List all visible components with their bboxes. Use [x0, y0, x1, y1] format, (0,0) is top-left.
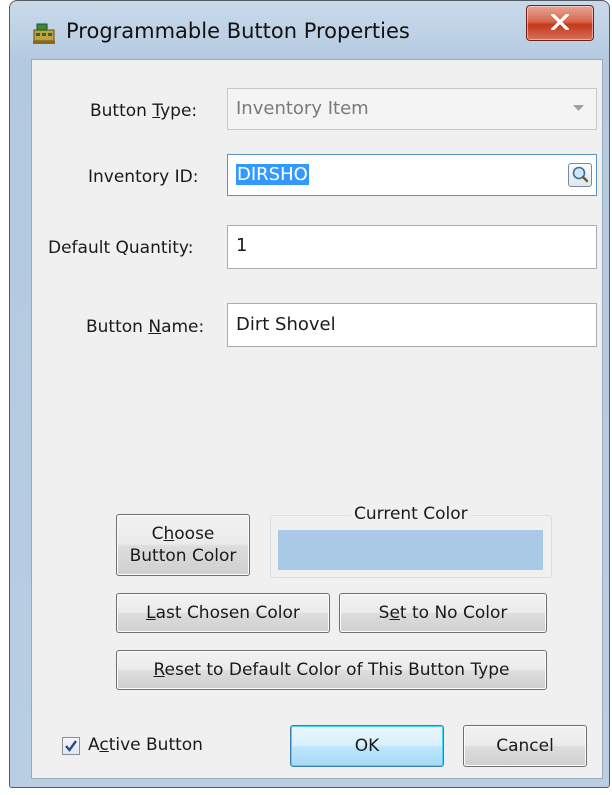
reset-default-color-button[interactable]: Reset to Default Color of This Button Ty…: [116, 650, 547, 690]
choose-label-line1: Choose: [151, 524, 215, 544]
inventory-id-value: DIRSHO: [236, 164, 309, 185]
current-color-swatch: [278, 530, 543, 570]
button-name-value: Dirt Shovel: [236, 314, 336, 335]
active-button-checkbox[interactable]: [62, 737, 80, 755]
button-type-label: Button Type:: [90, 101, 198, 121]
chevron-down-icon: [573, 105, 584, 111]
current-color-group: Current Color: [270, 504, 552, 578]
choose-button-color-button[interactable]: Choose Button Color: [116, 514, 250, 576]
cancel-label: Cancel: [496, 736, 554, 756]
set-to-no-color-button[interactable]: Set to No Color: [339, 593, 547, 633]
dialog-client-area: Button Type: Inventory Item Inventory ID…: [31, 59, 603, 779]
set-no-color-label: Set to No Color: [378, 603, 508, 623]
button-name-label: Button Name:: [86, 317, 205, 337]
close-icon: [551, 14, 569, 30]
default-quantity-value: 1: [236, 235, 248, 256]
current-color-title: Current Color: [351, 504, 471, 524]
button-type-select[interactable]: Inventory Item: [227, 88, 597, 130]
lookup-button[interactable]: [568, 163, 592, 187]
default-quantity-label: Default Quantity:: [48, 238, 194, 258]
reset-label: Reset to Default Color of This Button Ty…: [153, 660, 510, 680]
title-bar[interactable]: Programmable Button Properties: [10, 1, 609, 59]
choose-label-line2: Button Color: [129, 546, 237, 566]
window-title: Programmable Button Properties: [66, 19, 410, 43]
ok-button[interactable]: OK: [290, 725, 444, 767]
magnifier-icon: [572, 166, 589, 183]
inventory-id-input[interactable]: DIRSHO: [227, 154, 597, 196]
cash-register-icon: [32, 21, 56, 45]
dialog-window: Programmable Button Properties Button Ty…: [9, 0, 610, 788]
checkmark-icon: [65, 740, 77, 752]
button-type-value: Inventory Item: [236, 98, 369, 119]
last-chosen-label: Last Chosen Color: [146, 603, 300, 623]
ok-label: OK: [354, 736, 380, 756]
cancel-button[interactable]: Cancel: [463, 725, 587, 767]
active-button-label[interactable]: Active Button: [88, 735, 203, 755]
default-quantity-input[interactable]: 1: [227, 225, 597, 269]
close-button[interactable]: [526, 5, 594, 41]
button-name-input[interactable]: Dirt Shovel: [227, 303, 597, 347]
inventory-id-label: Inventory ID:: [88, 167, 199, 187]
last-chosen-color-button[interactable]: Last Chosen Color: [116, 593, 330, 633]
